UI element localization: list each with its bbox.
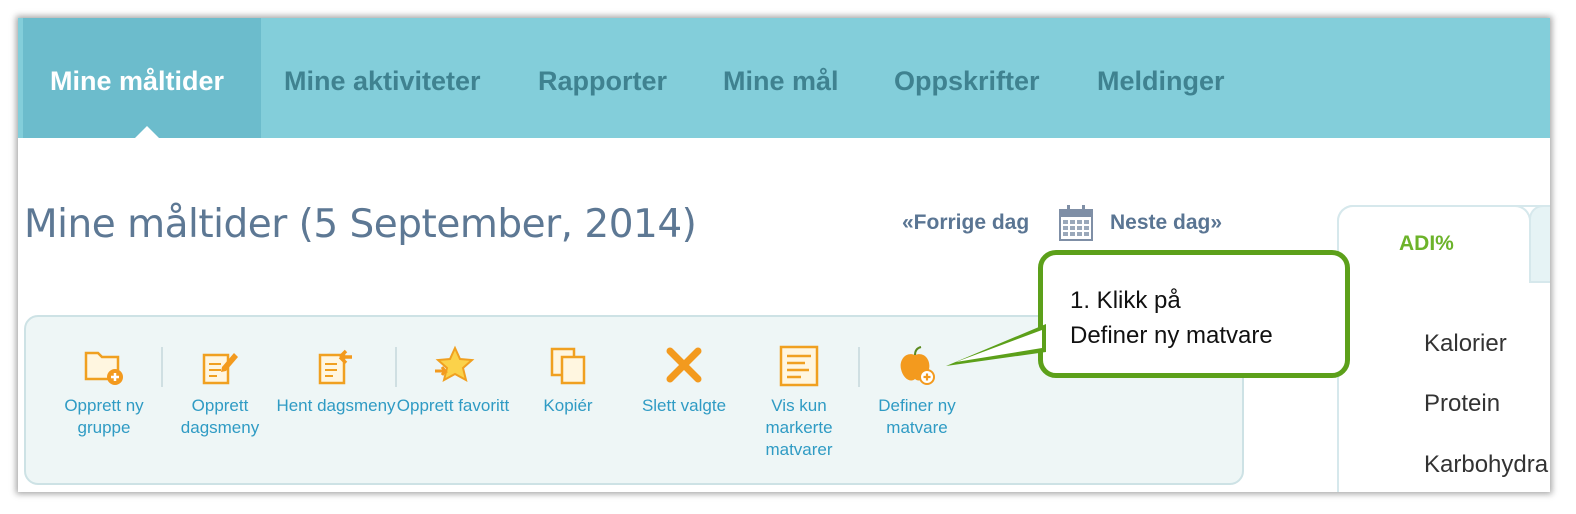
callout-line-1: 1. Klikk på: [1070, 287, 1181, 314]
create-group-button[interactable]: Opprett ny gruppe: [44, 345, 164, 439]
list-icon: [779, 345, 819, 387]
calendar-icon[interactable]: [1058, 204, 1094, 242]
tool-label: Opprett ny gruppe: [64, 396, 144, 437]
folder-add-icon: [84, 351, 123, 385]
tool-label: Definer ny matvare: [878, 396, 956, 437]
tool-label: Opprett favoritt: [396, 396, 510, 415]
callout-line-2: Definer ny matvare: [1070, 322, 1273, 349]
delete-selected-button[interactable]: Slett valgte: [624, 345, 744, 417]
top-navigation: Mine måltider Mine aktiviteter Rapporter…: [18, 18, 1550, 138]
nutrition-tab-secondary[interactable]: [1529, 205, 1550, 283]
apple-add-icon: [900, 346, 935, 385]
retrieve-document-icon: [318, 349, 352, 385]
nav-tab-mine-mal[interactable]: Mine mål: [723, 18, 839, 138]
tool-label: Hent dagsmeny: [276, 396, 396, 415]
app-frame: Mine måltider Mine aktiviteter Rapporter…: [18, 18, 1550, 492]
callout-pointer: [946, 324, 1046, 366]
next-day-link[interactable]: Neste dag»: [1110, 211, 1222, 235]
star-add-icon: [435, 345, 475, 382]
nutrient-protein: Protein: [1424, 390, 1501, 417]
tool-label: Slett valgte: [641, 396, 727, 415]
nav-tab-meldinger[interactable]: Meldinger: [1097, 18, 1225, 138]
nav-tab-mine-maltider[interactable]: Mine måltider: [23, 18, 261, 138]
nutrient-calories: Kalorier: [1424, 330, 1507, 357]
instruction-callout: 1. Klikk på Definer ny matvare: [1038, 250, 1350, 378]
create-favorite-button[interactable]: Opprett favoritt: [393, 345, 513, 417]
page-title: Mine måltider (5 September, 2014): [24, 202, 697, 247]
nav-tab-mine-aktiviteter[interactable]: Mine aktiviteter: [284, 18, 481, 138]
copy-icon: [550, 347, 586, 385]
delete-x-icon: [666, 347, 702, 383]
edit-document-icon: [202, 353, 238, 385]
retrieve-day-menu-button[interactable]: Hent dagsmeny: [276, 345, 396, 417]
nutrient-carbohydrate: Karbohydra: [1424, 451, 1549, 478]
copy-button[interactable]: Kopiér: [508, 345, 628, 417]
tool-label: Vis kun markerte matvarer: [765, 396, 833, 459]
tool-label: Kopiér: [543, 396, 593, 415]
adi-tab-label: ADI%: [1399, 232, 1454, 255]
show-marked-foods-button[interactable]: Vis kun markerte matvarer: [739, 345, 859, 461]
previous-day-link[interactable]: «Forrige dag: [902, 211, 1029, 235]
create-day-menu-button[interactable]: Opprett dagsmeny: [160, 345, 280, 439]
nav-tab-oppskrifter[interactable]: Oppskrifter: [894, 18, 1040, 138]
nav-tab-rapporter[interactable]: Rapporter: [538, 18, 667, 138]
tool-label: Opprett dagsmeny: [180, 396, 260, 437]
callout-text: 1. Klikk på Definer ny matvare: [1070, 283, 1273, 353]
